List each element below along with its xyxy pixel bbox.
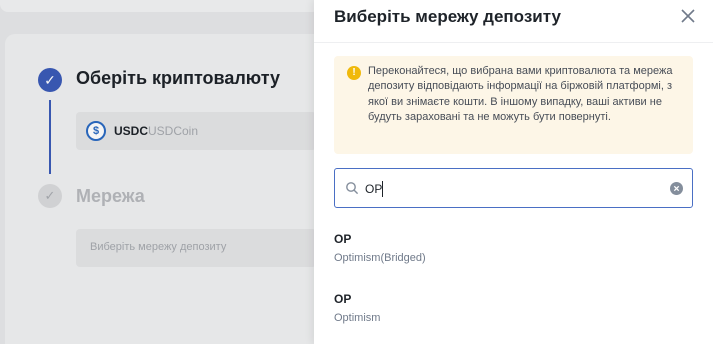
warning-text: Переконайтеся, що вибрана вами криптовал… bbox=[368, 65, 673, 124]
search-icon bbox=[346, 182, 359, 195]
text-caret bbox=[382, 181, 383, 197]
network-name: Optimism(Bridged) bbox=[334, 252, 426, 264]
network-option-optimism[interactable]: OP Optimism bbox=[334, 292, 693, 336]
clear-icon bbox=[673, 185, 680, 192]
close-icon bbox=[681, 9, 695, 23]
warning-banner: ! Переконайтеся, що вибрана вами криптов… bbox=[334, 56, 693, 154]
network-symbol: OP bbox=[334, 292, 352, 306]
network-name: Optimism bbox=[334, 312, 381, 324]
clear-search-button[interactable] bbox=[670, 182, 683, 195]
network-symbol: OP bbox=[334, 232, 352, 246]
warning-icon: ! bbox=[347, 66, 361, 80]
header-divider bbox=[314, 42, 713, 43]
drawer-title: Виберіть мережу депозиту bbox=[334, 7, 561, 26]
network-drawer: Виберіть мережу депозиту ! Переконайтеся… bbox=[314, 0, 713, 344]
network-search[interactable] bbox=[334, 168, 693, 208]
close-button[interactable] bbox=[678, 6, 698, 26]
network-option-optimism-bridged[interactable]: OP Optimism(Bridged) bbox=[334, 232, 693, 276]
search-input[interactable] bbox=[365, 179, 655, 199]
